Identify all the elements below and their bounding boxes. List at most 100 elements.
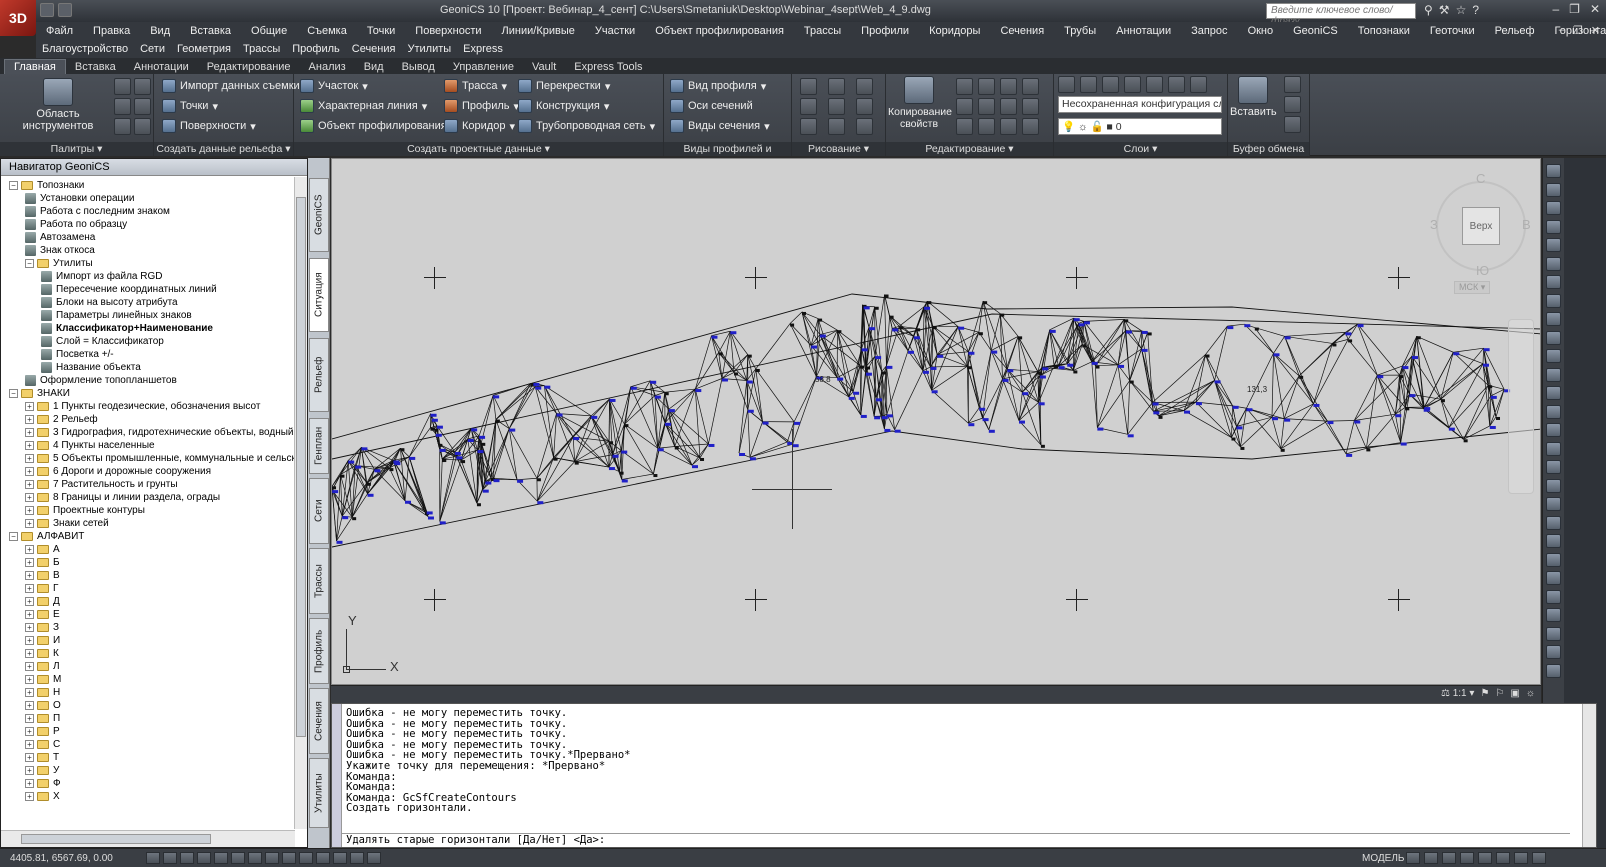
expand-toggle-icon[interactable]: − (25, 259, 34, 268)
lightbulb-icon[interactable]: ☼ (1526, 688, 1535, 699)
tool-button-icon[interactable] (1546, 312, 1561, 326)
survey-point[interactable] (1141, 348, 1148, 352)
survey-point[interactable] (1327, 421, 1334, 425)
survey-point[interactable] (1082, 344, 1087, 348)
survey-point[interactable] (730, 331, 737, 335)
side-tab[interactable]: Генплан (309, 418, 329, 474)
survey-point[interactable] (430, 413, 437, 417)
menu-item[interactable]: Вид (140, 25, 180, 37)
lineweight-icon[interactable] (316, 852, 330, 864)
survey-point[interactable] (1000, 313, 1005, 317)
ribbon-tab[interactable]: Vault (523, 60, 565, 74)
tree-item[interactable]: + Ф (25, 777, 61, 790)
survey-point[interactable] (653, 474, 658, 478)
surfaces-button[interactable]: Поверхности ▾ (162, 119, 256, 133)
parcel-button[interactable]: Участок ▾ (300, 79, 368, 93)
expand-toggle-icon[interactable]: + (25, 714, 34, 723)
survey-point[interactable] (755, 368, 760, 372)
menu-item[interactable]: Запрос (1181, 25, 1237, 37)
survey-point[interactable] (1158, 415, 1163, 419)
survey-point[interactable] (454, 451, 461, 455)
survey-point[interactable] (1153, 411, 1160, 415)
tree-item[interactable]: + И (25, 634, 60, 647)
survey-point[interactable] (400, 448, 405, 452)
alignment-button[interactable]: Трасса ▾ (444, 79, 507, 93)
tree-item[interactable]: + М (25, 673, 61, 686)
tool-button-icon[interactable] (1546, 201, 1561, 215)
survey-point[interactable] (749, 457, 756, 461)
survey-point[interactable] (988, 429, 995, 433)
survey-point[interactable] (819, 334, 826, 338)
survey-point[interactable] (591, 415, 598, 419)
paste-button[interactable]: Вставить (1230, 76, 1277, 118)
copy-icon[interactable] (1022, 78, 1039, 95)
survey-point[interactable] (886, 365, 893, 369)
ribbon-tab[interactable]: Вывод (393, 60, 444, 74)
tree-item[interactable]: + Х (25, 790, 60, 803)
survey-point[interactable] (889, 315, 894, 319)
expand-toggle-icon[interactable]: + (25, 454, 34, 463)
menu-item[interactable]: Коридоры (919, 25, 990, 37)
tree-item[interactable]: Установки операции (25, 192, 134, 205)
survey-point[interactable] (861, 348, 868, 352)
expand-toggle-icon[interactable]: − (9, 389, 18, 398)
line-icon[interactable] (800, 78, 817, 95)
dropdown-icon[interactable] (58, 3, 72, 17)
survey-point[interactable] (1488, 385, 1493, 389)
tree-item[interactable]: + П (25, 712, 60, 725)
survey-point[interactable] (366, 482, 371, 486)
survey-point[interactable] (746, 380, 753, 384)
survey-point[interactable] (869, 327, 876, 331)
cut-icon[interactable] (1284, 76, 1301, 93)
survey-point[interactable] (1405, 407, 1410, 411)
survey-point[interactable] (657, 448, 664, 452)
survey-point[interactable] (389, 468, 394, 472)
model-space-toggle[interactable]: МОДЕЛЬ (1362, 853, 1404, 864)
pan-icon[interactable] (1460, 852, 1474, 864)
intersections-button[interactable]: Перекрестки ▾ (518, 79, 610, 93)
survey-point[interactable] (609, 398, 616, 402)
tool-button-icon[interactable] (1546, 293, 1561, 308)
expand-toggle-icon[interactable]: + (25, 480, 34, 489)
tool-button-icon[interactable] (1546, 608, 1561, 622)
create-design-panel-title[interactable]: Создать проектные данные ▾ (294, 142, 663, 156)
survey-point[interactable] (533, 382, 540, 386)
side-tab[interactable]: Ситуация (309, 258, 329, 332)
survey-point[interactable] (367, 493, 374, 497)
tree-item[interactable]: + В (25, 569, 60, 582)
tool-button-icon[interactable] (1546, 404, 1561, 419)
polyline-icon[interactable] (800, 98, 817, 115)
tree-item[interactable]: + У (25, 764, 59, 777)
navigation-bar[interactable] (1508, 319, 1534, 494)
layer-state-icon[interactable] (1080, 76, 1097, 93)
survey-point[interactable] (837, 377, 844, 381)
survey-point[interactable] (762, 421, 769, 425)
tool-button-icon[interactable] (1546, 626, 1561, 641)
expand-toggle-icon[interactable]: + (25, 688, 34, 697)
survey-point[interactable] (574, 461, 579, 465)
menu-item[interactable]: Утилиты (401, 43, 457, 55)
doc-minimize-icon[interactable]: – (1559, 24, 1565, 37)
side-tab[interactable]: Трассы (309, 548, 329, 614)
survey-point[interactable] (1284, 336, 1291, 340)
survey-point[interactable] (1395, 414, 1402, 418)
survey-point[interactable] (837, 330, 842, 334)
app-menu-button[interactable]: 3D (0, 0, 36, 36)
survey-point[interactable] (1284, 418, 1291, 422)
layer-match-icon[interactable] (1190, 76, 1207, 93)
layer-iso-icon[interactable] (1102, 76, 1119, 93)
expand-toggle-icon[interactable]: + (25, 727, 34, 736)
tree-item[interactable]: + З (25, 621, 59, 634)
survey-point[interactable] (544, 385, 551, 389)
survey-point[interactable] (1040, 444, 1045, 448)
layer-lock-icon[interactable] (1168, 76, 1185, 93)
survey-point[interactable] (983, 301, 988, 305)
survey-point[interactable] (1424, 407, 1431, 411)
menu-item[interactable]: Линии/Кривые (492, 25, 585, 37)
fillet-icon[interactable] (978, 98, 995, 115)
palette-btn-2[interactable] (134, 78, 151, 95)
survey-point[interactable] (1073, 318, 1080, 322)
sample-lines-button[interactable]: Оси сечений (670, 99, 753, 113)
survey-point[interactable] (481, 442, 486, 446)
menu-item[interactable]: Файл (36, 25, 83, 37)
